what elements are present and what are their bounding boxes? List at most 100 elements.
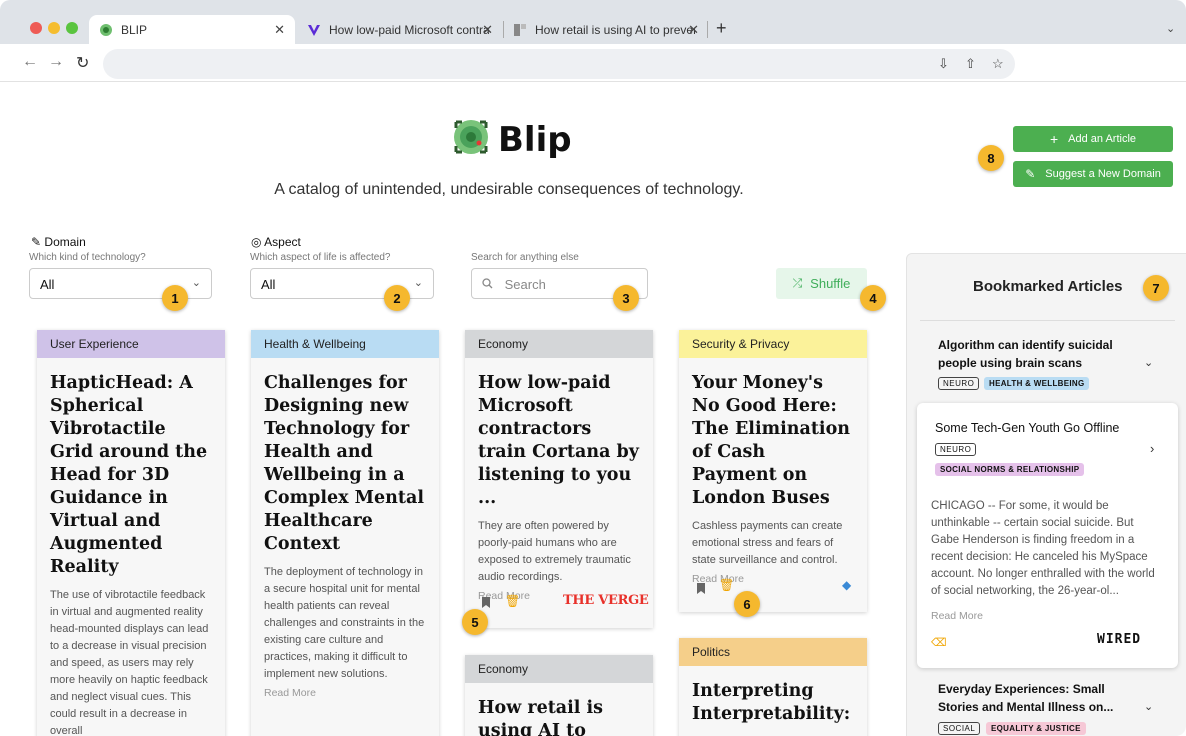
remove-bookmark-icon[interactable]: ⌫ [931, 636, 947, 649]
aspect-tag[interactable]: SOCIAL NORMS & RELATIONSHIP [935, 463, 1085, 476]
card-title[interactable]: Challenges for Designing new Technology … [251, 358, 439, 556]
verge-favicon-icon [307, 23, 321, 37]
card-title[interactable]: Your Money's No Good Here: The Eliminati… [679, 358, 867, 510]
shuffle-button[interactable]: ⤮ Shuffle [776, 268, 867, 299]
card-description: They are often powered by poorly-paid hu… [478, 520, 631, 583]
tab-title: How retail is using AI to preven [535, 22, 695, 37]
back-icon[interactable]: ← [22, 53, 38, 71]
chevron-down-icon[interactable]: ⌄ [1144, 356, 1153, 369]
share-icon[interactable]: ⇧ [965, 56, 976, 72]
read-more-link[interactable]: Read More [931, 610, 983, 622]
domain-tag[interactable]: NEURO [935, 443, 977, 456]
suggest-domain-button[interactable]: ✎ Suggest a New Domain [1013, 161, 1173, 187]
forward-icon[interactable]: → [48, 53, 64, 71]
chevron-right-icon[interactable]: › [1150, 441, 1154, 456]
card-description: The deployment of technology in a secure… [264, 566, 425, 680]
domain-hint: Which kind of technology? [29, 252, 146, 263]
tab-title: How low-paid Microsoft contra [329, 22, 489, 37]
read-more-link[interactable]: Read More [251, 683, 439, 699]
chevron-down-icon[interactable]: ⌄ [1144, 700, 1153, 713]
blip-logo[interactable]: Blip [450, 116, 572, 163]
search-hint: Search for anything else [471, 252, 579, 263]
bookmark-item-title[interactable]: Everyday Experiences: Small Stories and … [938, 680, 1128, 716]
article-card[interactable]: Politics Interpreting Interpretability: [679, 638, 867, 736]
browser-window: BLIP ✕ How low-paid Microsoft contra ✕ H… [0, 0, 1186, 736]
tab-blip[interactable]: BLIP ✕ [89, 15, 295, 44]
search-placeholder: Search [504, 277, 546, 292]
domain-tag[interactable]: SOCIAL [938, 722, 981, 735]
aspect-label: ◎ Aspect [251, 235, 301, 249]
maximize-window-button[interactable] [66, 22, 78, 34]
tab-list-chevron-icon[interactable]: ⌄ [1166, 22, 1175, 35]
step-badge: 3 [613, 285, 639, 311]
card-category[interactable]: Health & Wellbeing [251, 330, 439, 358]
card-category[interactable]: Politics [679, 638, 867, 666]
card-category[interactable]: Security & Privacy [679, 330, 867, 358]
article-card[interactable]: Security & Privacy Your Money's No Good … [679, 330, 867, 612]
aspect-hint: Which aspect of life is affected? [250, 252, 391, 263]
aspect-label-text: Aspect [264, 235, 301, 249]
bookmark-item-summary: CHICAGO -- For some, it would be unthink… [931, 500, 1155, 597]
pencil-icon: ✎ [31, 235, 42, 249]
page-tagline: A catalog of unintended, undesirable con… [274, 181, 744, 198]
domain-tag[interactable]: NEURO [938, 377, 980, 390]
chevron-down-icon: ⌄ [413, 277, 423, 289]
source-logo[interactable]: WIRED [1097, 632, 1141, 647]
minimize-window-button[interactable] [48, 22, 60, 34]
card-description: Cashless payments can create emotional s… [692, 520, 843, 566]
card-title[interactable]: HapticHead: A Spherical Vibrotactile Gri… [37, 358, 225, 579]
trash-icon[interactable]: 🗑 [719, 578, 734, 592]
aspect-tag[interactable]: HEALTH & WELLBEING [984, 377, 1090, 390]
url-field[interactable]: ⇩ ⇧ ☆ [103, 49, 1015, 79]
domain-label-text: Domain [44, 235, 86, 249]
close-tab-icon[interactable]: ✕ [482, 22, 493, 38]
aspect-tag[interactable]: EQUALITY & JUSTICE [986, 722, 1086, 735]
add-article-button[interactable]: + Add an Article [1013, 126, 1173, 152]
source-logo[interactable]: THE VERGE [563, 593, 649, 608]
bookmark-item-title[interactable]: Some Tech-Gen Youth Go Offline [935, 419, 1135, 437]
domain-label: ✎ Domain [31, 235, 86, 249]
reload-icon[interactable]: ↻ [76, 53, 89, 73]
close-tab-icon[interactable]: ✕ [688, 22, 699, 38]
star-bookmark-icon[interactable]: ☆ [992, 56, 1004, 72]
step-badge: 7 [1143, 275, 1169, 301]
step-badge: 6 [734, 591, 760, 617]
step-badge: 8 [978, 145, 1004, 171]
source-diamond-icon[interactable]: ◆ [842, 578, 851, 592]
bookmark-icon[interactable] [482, 597, 490, 611]
card-title[interactable]: Interpreting Interpretability: [679, 666, 867, 726]
trash-icon[interactable]: 🗑 [505, 594, 520, 608]
article-card[interactable]: Economy How retail is using AI to preven… [465, 655, 653, 736]
article-card[interactable]: Health & Wellbeing Challenges for Design… [251, 330, 439, 736]
card-title[interactable]: How retail is using AI to prevent [465, 683, 653, 736]
card-title[interactable]: How low-paid Microsoft contractors train… [465, 358, 653, 510]
tab-retail[interactable]: How retail is using AI to preven ✕ [503, 15, 709, 44]
suggest-domain-label: Suggest a New Domain [1045, 168, 1161, 180]
step-badge: 4 [860, 285, 886, 311]
chevron-down-icon: ⌄ [191, 277, 201, 289]
close-tab-icon[interactable]: ✕ [274, 22, 285, 38]
new-tab-icon[interactable]: + [716, 18, 727, 39]
close-window-button[interactable] [30, 22, 42, 34]
step-badge: 5 [462, 609, 488, 635]
radar-logo-icon [450, 116, 492, 163]
shuffle-icon: ⤮ [792, 276, 803, 290]
bookmark-icon[interactable] [697, 581, 705, 599]
article-card[interactable]: User Experience HapticHead: A Spherical … [37, 330, 225, 736]
bookmark-item-title[interactable]: Algorithm can identify suicidal people u… [938, 336, 1128, 372]
card-category[interactable]: Economy [465, 655, 653, 683]
add-article-label: Add an Article [1068, 133, 1137, 145]
aspect-select-value: All [261, 277, 276, 292]
article-favicon-icon [513, 23, 527, 37]
plus-icon: + [1049, 131, 1059, 147]
tab-divider [707, 21, 708, 38]
card-category[interactable]: Economy [465, 330, 653, 358]
tab-title: BLIP [121, 22, 148, 37]
article-card[interactable]: Economy How low-paid Microsoft contracto… [465, 330, 653, 628]
card-category[interactable]: User Experience [37, 330, 225, 358]
tab-verge[interactable]: How low-paid Microsoft contra ✕ [297, 15, 503, 44]
read-more-link[interactable]: Read More [679, 569, 867, 585]
install-app-icon[interactable]: ⇩ [938, 56, 949, 72]
domain-select-value: All [40, 277, 55, 292]
pencil-icon: ✎ [1025, 167, 1036, 181]
